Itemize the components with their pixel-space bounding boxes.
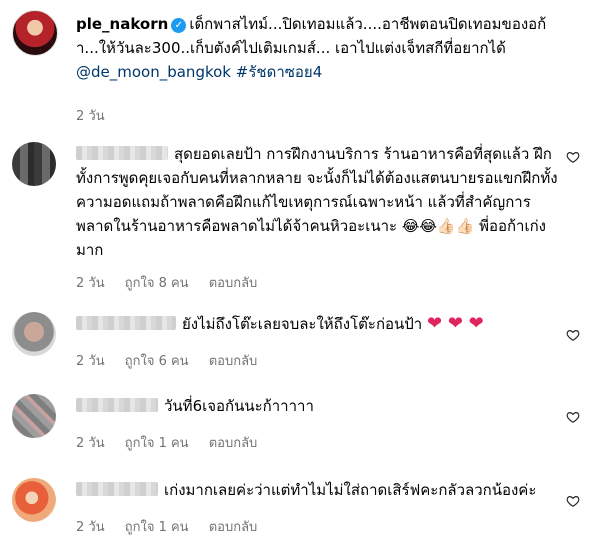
- comment-text: เก่งมากเลยค่ะว่าแต่ทำไมไม่ใส่ถาดเสิร์ฟคะ…: [164, 481, 537, 499]
- comment-username[interactable]: [76, 146, 168, 160]
- comment-time[interactable]: 2 วัน: [76, 276, 105, 291]
- comment-text: ยังไม่ถึงโต๊ะเลยจบละให้ถึงโต๊ะก่อนป้า: [182, 315, 423, 333]
- heart-outline-icon[interactable]: [566, 494, 580, 508]
- comment-likes[interactable]: ถูกใจ 6 คน: [125, 354, 189, 369]
- verified-badge-icon: ✓: [171, 18, 187, 33]
- comment-meta: 2 วัน ถูกใจ 8 คน ตอบกลับ: [76, 272, 273, 293]
- comment-meta: 2 วัน ถูกใจ 1 คน ตอบกลับ: [76, 432, 273, 453]
- comment-time[interactable]: 2 วัน: [76, 354, 105, 369]
- reply-button[interactable]: ตอบกลับ: [209, 354, 258, 369]
- reply-button[interactable]: ตอบกลับ: [209, 520, 258, 535]
- comment-username[interactable]: [76, 482, 158, 496]
- avatar[interactable]: [12, 10, 58, 56]
- reply-button[interactable]: ตอบกลับ: [209, 436, 258, 451]
- comment-meta: 2 วัน ถูกใจ 1 คน ตอบกลับ: [76, 516, 273, 537]
- reply-button[interactable]: ตอบกลับ: [209, 276, 258, 291]
- avatar[interactable]: [12, 142, 56, 186]
- comment-text-block: เก่งมากเลยค่ะว่าแต่ทำไมไม่ใส่ถาดเสิร์ฟคะ…: [76, 478, 566, 502]
- comment-likes[interactable]: ถูกใจ 8 คน: [125, 276, 189, 291]
- comment-text-block: สุดยอดเลยป้า การฝึกงานบริการ ร้านอาหารคื…: [76, 142, 566, 262]
- hashtag-link[interactable]: #รัชดาซอย4: [236, 63, 323, 81]
- heart-outline-icon[interactable]: [566, 328, 580, 342]
- comment-username[interactable]: [76, 398, 158, 412]
- heart-outline-icon[interactable]: [566, 410, 580, 424]
- comment-text: วันที่6เจอกันนะก้าาาาา: [164, 397, 314, 415]
- comment-text-block: ยังไม่ถึงโต๊ะเลยจบละให้ถึงโต๊ะก่อนป้า ❤ …: [76, 312, 566, 336]
- post-username[interactable]: ple_nakorn: [76, 15, 168, 33]
- comment-likes[interactable]: ถูกใจ 1 คน: [125, 436, 189, 451]
- comment-text-block: วันที่6เจอกันนะก้าาาาา: [76, 394, 566, 418]
- comment-username[interactable]: [76, 316, 176, 330]
- comment-likes[interactable]: ถูกใจ 1 คน: [125, 520, 189, 535]
- comment-hearts: ❤ ❤ ❤: [427, 313, 484, 334]
- mention-link[interactable]: @de_moon_bangkok: [76, 63, 231, 81]
- comment-time[interactable]: 2 วัน: [76, 520, 105, 535]
- avatar[interactable]: [12, 394, 56, 438]
- comment-time[interactable]: 2 วัน: [76, 436, 105, 451]
- avatar[interactable]: [12, 478, 56, 522]
- post-caption-block: ple_nakorn ✓ เด็กพาสไทม์...ปิดเทอมแล้ว....…: [76, 12, 581, 84]
- comment-emojis: 😂😂👍🏻👍🏻: [401, 217, 475, 235]
- comment-meta: 2 วัน ถูกใจ 6 คน ตอบกลับ: [76, 350, 273, 371]
- avatar[interactable]: [12, 312, 56, 356]
- post-timestamp[interactable]: 2 วัน: [76, 105, 105, 126]
- heart-outline-icon[interactable]: [566, 150, 580, 164]
